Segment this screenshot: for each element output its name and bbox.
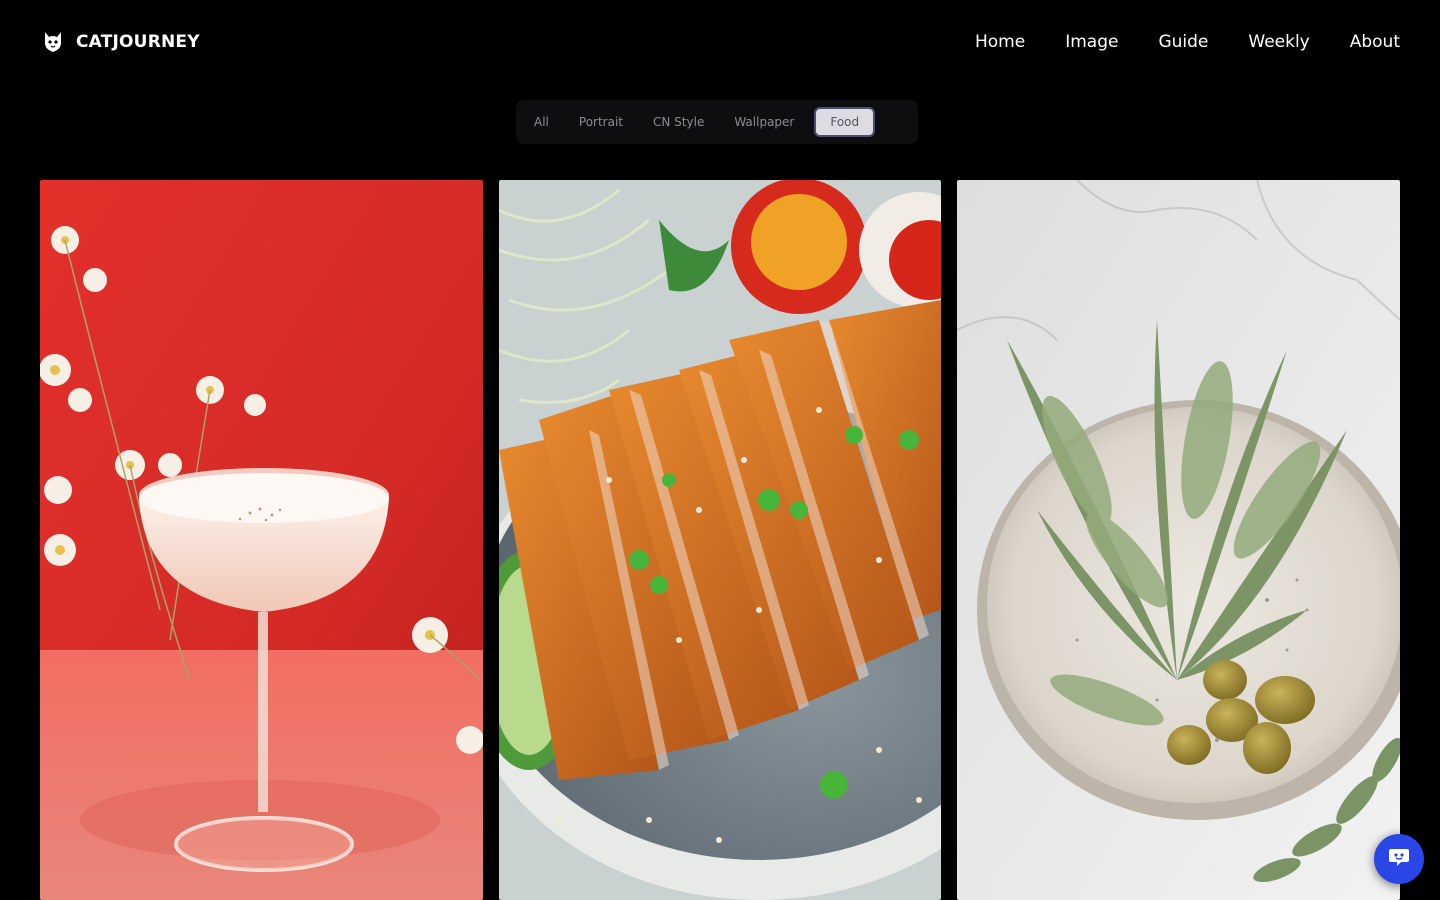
filter-wallpaper[interactable]: Wallpaper — [720, 107, 808, 137]
nav-guide[interactable]: Guide — [1158, 32, 1208, 52]
nav-home[interactable]: Home — [975, 32, 1025, 52]
filter-food[interactable]: Food — [814, 107, 876, 137]
filter-cn-style[interactable]: CN Style — [639, 107, 718, 137]
chat-bot-button[interactable] — [1374, 834, 1424, 884]
chat-bot-icon — [1387, 845, 1411, 874]
top-header: CATJOURNEY Home Image Guide Weekly About — [0, 0, 1440, 84]
category-filter-bar: All Portrait CN Style Wallpaper Food — [516, 100, 918, 144]
nav-image[interactable]: Image — [1065, 32, 1118, 52]
nav-about[interactable]: About — [1350, 32, 1400, 52]
filter-portrait[interactable]: Portrait — [565, 107, 637, 137]
brand-logo[interactable]: CATJOURNEY — [40, 29, 200, 55]
gallery-image-pork-cutlet[interactable] — [499, 180, 941, 900]
cat-logo-icon — [40, 29, 66, 55]
brand-name: CATJOURNEY — [76, 32, 200, 52]
gallery-image-cocktail[interactable] — [40, 180, 483, 900]
main-nav: Home Image Guide Weekly About — [975, 32, 1400, 52]
gallery-image-sage-olives[interactable] — [957, 180, 1400, 900]
image-gallery — [40, 180, 1400, 900]
filter-all[interactable]: All — [520, 107, 563, 137]
nav-weekly[interactable]: Weekly — [1248, 32, 1309, 52]
